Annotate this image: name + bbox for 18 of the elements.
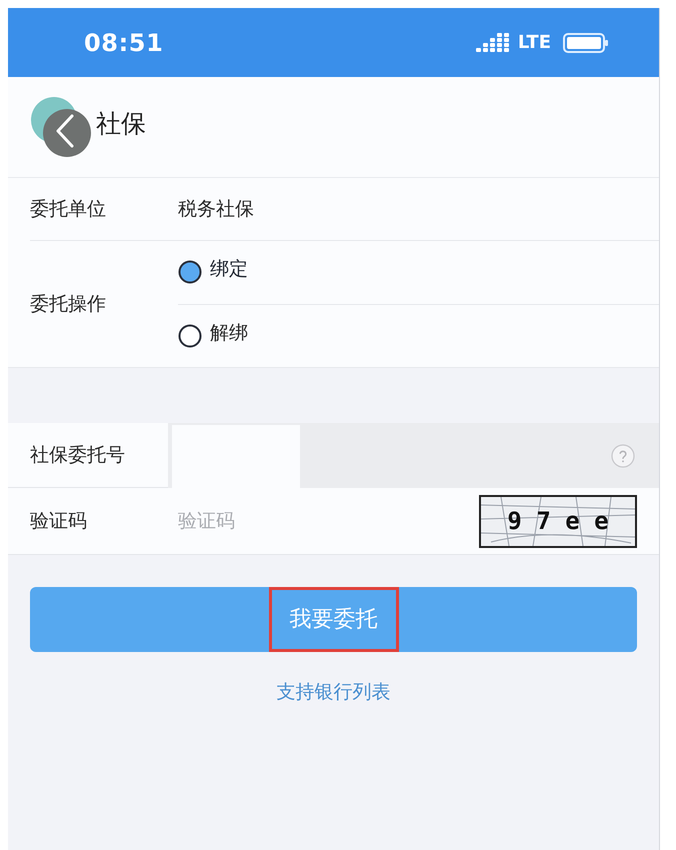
back-icon[interactable]: [30, 96, 92, 158]
page-title: 社保: [96, 108, 146, 140]
captcha-image[interactable]: 9 7 e e: [479, 494, 637, 548]
field-value: 税务社保: [178, 196, 254, 222]
radio-button[interactable]: [178, 260, 202, 284]
radio-label[interactable]: 绑定: [210, 255, 248, 284]
captcha-text: 9 7 e e: [507, 506, 609, 537]
radio-label[interactable]: 解绑: [210, 318, 248, 347]
radio-button[interactable]: [178, 324, 202, 348]
field-label: 社保委托号: [30, 442, 125, 468]
status-time: 08:51: [84, 28, 164, 58]
field-label: 委托操作: [30, 292, 107, 317]
captcha-input[interactable]: 验证码: [178, 488, 479, 555]
field-label: 委托单位: [30, 196, 107, 222]
battery-icon: [563, 32, 609, 52]
signal-icon: [476, 32, 510, 52]
network-label: LTE: [518, 31, 551, 55]
field-label: 验证码: [30, 508, 87, 534]
